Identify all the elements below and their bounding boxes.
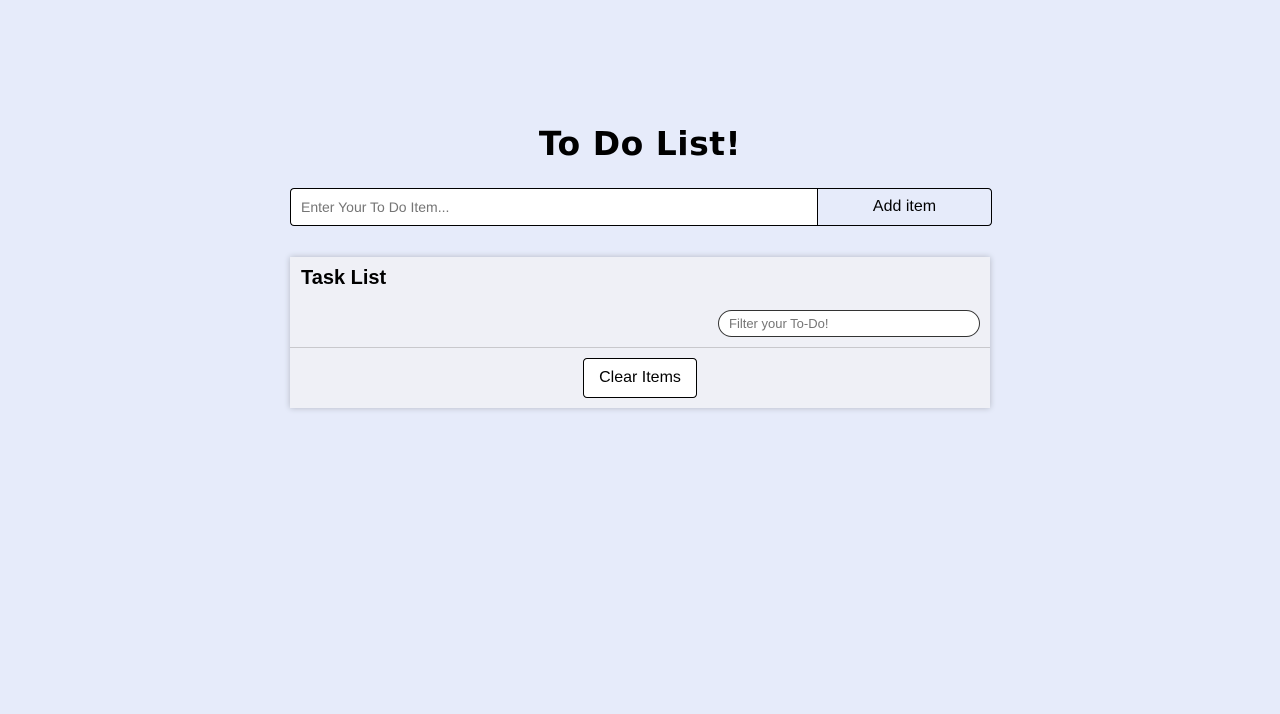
add-item-button[interactable]: Add item: [817, 188, 992, 226]
page-title: To Do List!: [538, 124, 742, 163]
todo-item-input[interactable]: [290, 188, 817, 226]
add-item-form: Add item: [290, 188, 992, 226]
clear-items-button[interactable]: Clear Items: [583, 358, 697, 398]
divider: [290, 347, 990, 348]
task-list-heading: Task List: [301, 267, 387, 289]
task-list-panel: Task List Clear Items: [290, 257, 990, 408]
page: To Do List! Add item Task List Clear Ite…: [0, 0, 1280, 714]
filter-input[interactable]: [718, 310, 980, 337]
